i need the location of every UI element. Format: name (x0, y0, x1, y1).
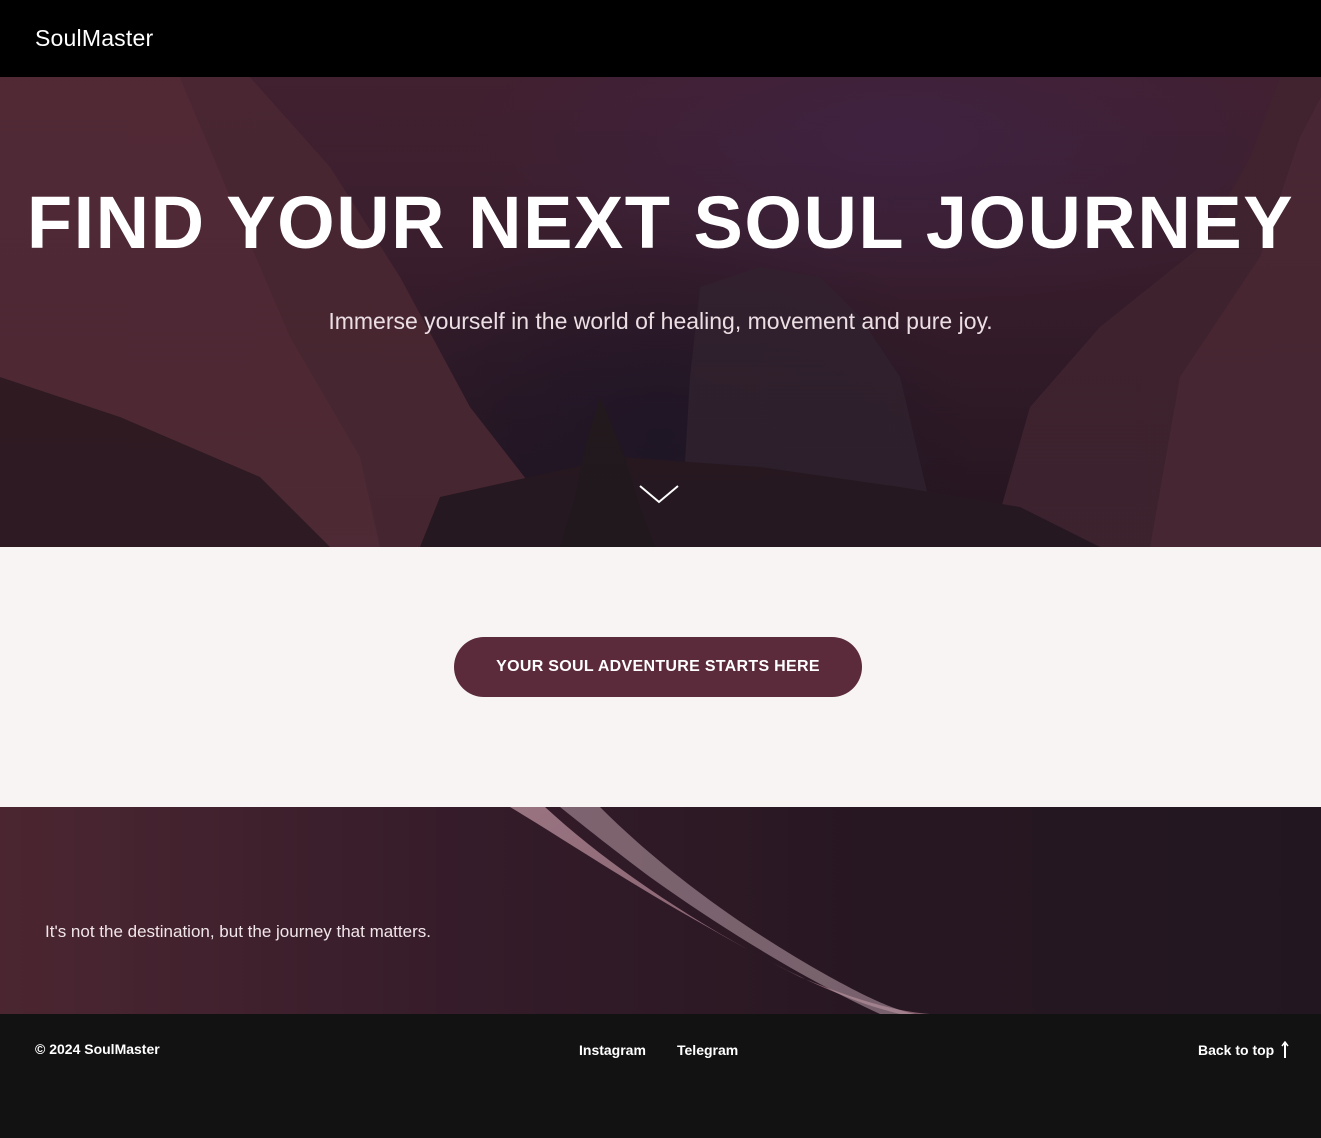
arrow-up-icon (1280, 1040, 1290, 1059)
hero-title: FIND YOUR NEXT SOUL JOURNEY (26, 181, 1295, 264)
back-to-top-label: Back to top (1198, 1042, 1275, 1058)
brand-logo-link[interactable]: SoulMaster (35, 25, 153, 52)
page: SoulMaster FIND YOUR NEXT SOUL JOURNEY I… (0, 0, 1321, 1138)
site-header: SoulMaster (0, 0, 1321, 77)
back-to-top-link[interactable]: Back to top (1198, 1040, 1290, 1059)
site-footer: © 2024 SoulMaster Instagram Telegram Bac… (0, 1014, 1321, 1138)
telegram-link[interactable]: Telegram (677, 1042, 738, 1058)
hero-subtitle: Immerse yourself in the world of healing… (328, 308, 993, 334)
cta-section: YOUR SOUL ADVENTURE STARTS HERE (0, 547, 1321, 807)
instagram-link[interactable]: Instagram (579, 1042, 646, 1058)
quote-section: It's not the destination, but the journe… (0, 807, 1321, 1014)
boat-wake-background-image (0, 807, 1321, 1014)
quote-text: It's not the destination, but the journe… (45, 922, 431, 941)
copyright-text: © 2024 SoulMaster (35, 1041, 160, 1057)
soul-adventure-button[interactable]: YOUR SOUL ADVENTURE STARTS HERE (454, 637, 862, 697)
hero-section: FIND YOUR NEXT SOUL JOURNEY Immerse your… (0, 77, 1321, 547)
chevron-down-icon[interactable] (637, 482, 681, 508)
